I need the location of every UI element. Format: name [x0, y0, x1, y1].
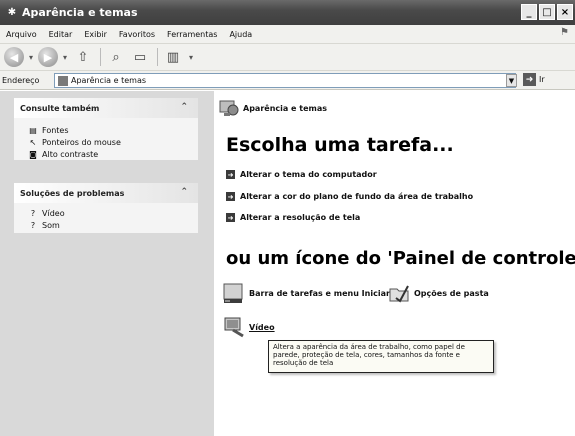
cpl-folder-options[interactable]: Opções de pasta: [388, 282, 489, 304]
window-controls: _ □ ×: [521, 4, 573, 20]
cpl-taskbar-label: Barra de tarefas e menu Iniciar: [249, 288, 390, 298]
display-icon: [224, 317, 244, 338]
collapse-chevron-icon[interactable]: ⌃: [180, 187, 188, 197]
toolbar: ◀ ▾ ▶ ▾ ⇧ ⌕ ▭ ▥ ▾: [0, 44, 575, 71]
mouse-pointer-icon: ↖: [29, 137, 37, 147]
main-content: Aparência e temas Escolha uma tarefa... …: [214, 91, 575, 436]
folder-icon: [58, 75, 68, 86]
task-label: Alterar o tema do computador: [240, 170, 377, 179]
address-dropdown-icon[interactable]: ▼: [506, 74, 517, 87]
task-arrow-icon: ➜: [226, 192, 235, 201]
views-icon[interactable]: ▥: [162, 46, 184, 68]
windows-logo-icon: ⚑: [560, 27, 569, 38]
address-bar: Endereço Aparência e temas ▼ ➜ Ir: [0, 71, 575, 90]
menu-file[interactable]: Arquivo: [0, 30, 43, 39]
maximize-button[interactable]: □: [539, 4, 555, 20]
display-tooltip: Altera a aparência da área de trabalho, …: [268, 340, 494, 373]
fonts-folder-icon: ▤: [29, 125, 37, 135]
cpl-display[interactable]: Vídeo: [223, 316, 275, 338]
back-dropdown-icon[interactable]: ▾: [26, 46, 36, 68]
go-arrow-icon: ➜: [523, 73, 536, 86]
category-header: Aparência e temas: [218, 98, 327, 118]
minimize-button[interactable]: _: [521, 4, 537, 20]
troubleshoot-header[interactable]: Soluções de problemas ⌃: [14, 183, 198, 203]
task-label: Alterar a cor do plano de fundo da área …: [240, 192, 474, 201]
task-pane: Consulte também ⌃ ▤ Fontes ↖ Ponteiros d…: [0, 91, 214, 436]
task-change-resolution[interactable]: ➜ Alterar a resolução de tela: [226, 213, 360, 222]
link-video-troubleshoot[interactable]: ? Vídeo: [14, 207, 198, 219]
taskbar-icon: [223, 283, 243, 303]
cpl-display-label: Vídeo: [249, 322, 275, 332]
forward-dropdown-icon[interactable]: ▾: [60, 46, 70, 68]
control-panel-icon-heading: ou um ícone do 'Painel de controle': [226, 248, 575, 269]
cpl-folder-options-label: Opções de pasta: [414, 288, 489, 298]
go-label: Ir: [539, 75, 545, 84]
back-icon[interactable]: ◀: [4, 47, 24, 67]
window-icon: ✱: [7, 7, 17, 18]
toolbar-separator: [100, 48, 101, 66]
views-dropdown-icon[interactable]: ▾: [186, 46, 196, 68]
toolbar-separator: [157, 48, 158, 66]
appearance-themes-icon: [218, 98, 240, 118]
menu-help[interactable]: Ajuda: [223, 30, 258, 39]
up-folder-icon[interactable]: ⇧: [72, 46, 94, 68]
task-arrow-icon: ➜: [226, 170, 235, 179]
collapse-chevron-icon[interactable]: ⌃: [180, 102, 188, 112]
task-label: Alterar a resolução de tela: [240, 213, 361, 222]
cpl-taskbar-start-menu[interactable]: Barra de tarefas e menu Iniciar: [223, 282, 390, 304]
folders-icon[interactable]: ▭: [129, 46, 151, 68]
pick-task-heading: Escolha uma tarefa...: [226, 134, 454, 156]
window-title: Aparência e temas: [22, 6, 138, 19]
task-change-background[interactable]: ➜ Alterar a cor do plano de fundo da áre…: [226, 192, 473, 201]
folder-options-icon: [389, 285, 409, 303]
menu-favorites[interactable]: Favoritos: [113, 30, 161, 39]
menu-bar: Arquivo Editar Exibir Favoritos Ferramen…: [0, 25, 575, 44]
task-change-theme[interactable]: ➜ Alterar o tema do computador: [226, 170, 377, 179]
menu-edit[interactable]: Editar: [43, 30, 79, 39]
high-contrast-icon: ◙: [29, 149, 37, 159]
category-title: Aparência e temas: [243, 103, 328, 113]
address-label: Endereço: [2, 75, 40, 85]
troubleshoot-panel: Soluções de problemas ⌃ ? Vídeo ? Som: [14, 183, 198, 233]
see-also-header[interactable]: Consulte também ⌃: [14, 98, 198, 118]
address-field[interactable]: Aparência e temas: [54, 73, 516, 88]
help-doc-icon: ?: [30, 208, 36, 218]
link-sound-label: Som: [42, 220, 60, 230]
see-also-panel: Consulte também ⌃ ▤ Fontes ↖ Ponteiros d…: [14, 98, 198, 160]
menu-tools[interactable]: Ferramentas: [161, 30, 223, 39]
link-high-contrast-label: Alto contraste: [42, 149, 99, 159]
troubleshoot-title: Soluções de problemas: [20, 188, 125, 198]
link-video-label: Vídeo: [42, 208, 65, 218]
link-mouse-pointers-label: Ponteiros do mouse: [42, 137, 121, 147]
close-button[interactable]: ×: [557, 4, 573, 20]
link-high-contrast[interactable]: ◙ Alto contraste: [14, 148, 198, 160]
link-fonts-label: Fontes: [42, 125, 69, 135]
see-also-title: Consulte também: [20, 103, 100, 113]
menu-view[interactable]: Exibir: [78, 30, 113, 39]
go-button[interactable]: ➜ Ir: [523, 73, 545, 86]
forward-icon[interactable]: ▶: [38, 47, 58, 67]
address-value: Aparência e temas: [71, 76, 147, 85]
link-fonts[interactable]: ▤ Fontes: [14, 124, 198, 136]
link-sound-troubleshoot[interactable]: ? Som: [14, 219, 198, 231]
help-doc-icon: ?: [30, 220, 36, 230]
link-mouse-pointers[interactable]: ↖ Ponteiros do mouse: [14, 136, 198, 148]
task-arrow-icon: ➜: [226, 213, 235, 222]
title-bar[interactable]: ✱ Aparência e temas _ □ ×: [0, 0, 575, 25]
search-icon[interactable]: ⌕: [105, 46, 127, 68]
